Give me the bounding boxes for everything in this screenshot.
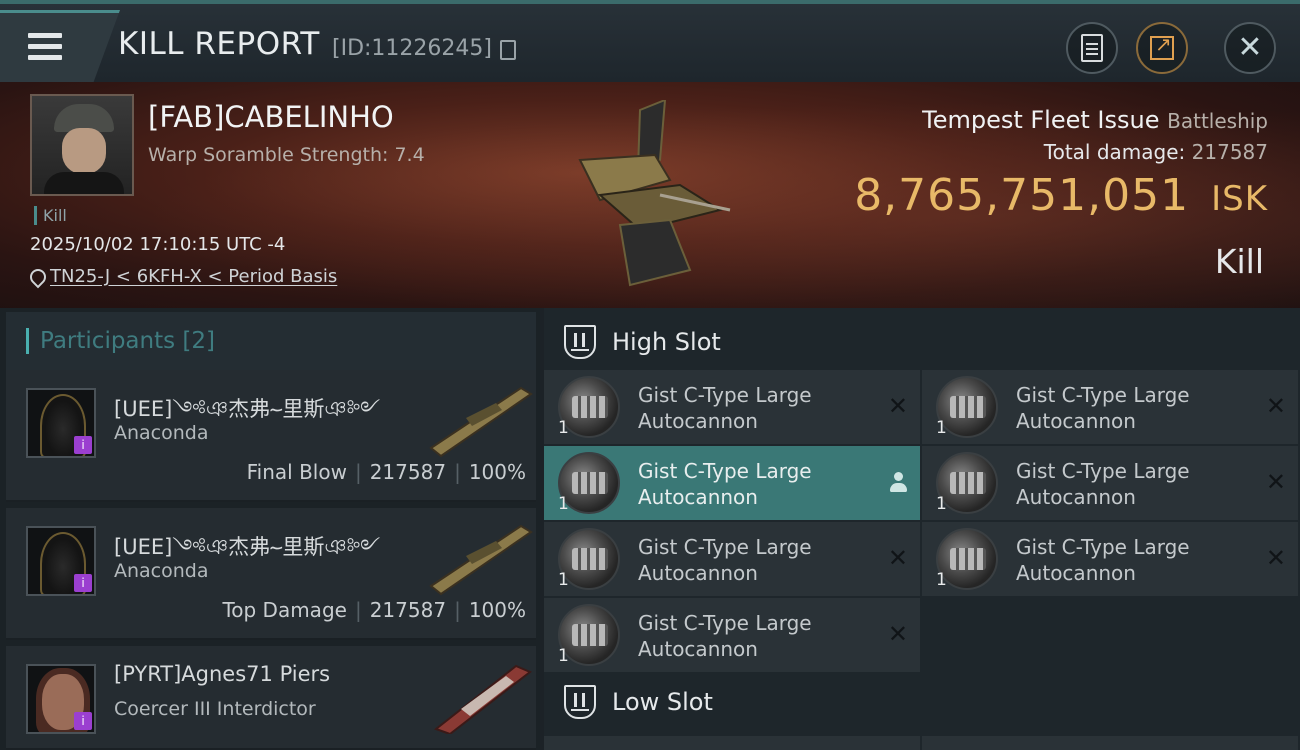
module-name: Gist C-Type Large Autocannon: [638, 611, 812, 661]
low-slot-label: Low Slot: [612, 688, 713, 716]
participant-card[interactable]: i [UEE]༺ঞ杰弗؅里斯ঞ༻ Anaconda Final Blow | 217…: [6, 370, 536, 502]
module-name: Gist C-Type Large Autocannon: [638, 383, 812, 433]
participant-portrait: i: [26, 388, 96, 458]
close-icon: ✕: [1265, 468, 1286, 496]
participant-card[interactable]: i [PYRT]Agnes71 Piers Coercer III Interd…: [6, 646, 536, 750]
isk-unit: ISK: [1211, 179, 1268, 219]
low-slot-module-partial[interactable]: [922, 736, 1298, 750]
warp-scramble-strength: Warp Soramble Strength: 7.4: [148, 144, 425, 166]
low-slot-header: Low Slot: [544, 672, 1300, 732]
rank-badge-icon: i: [74, 712, 92, 730]
high-slot-header: High Slot: [544, 312, 1300, 372]
module-slot[interactable]: 1 Gist C-Type Large Autocannon ✕: [544, 522, 920, 596]
close-icon: ✕: [887, 392, 908, 420]
participant-ship: Coercer III Interdictor: [114, 698, 316, 720]
low-slot-module-partial[interactable]: [544, 736, 920, 750]
isk-value: 8,765,751,051 ISK: [854, 170, 1268, 221]
close-icon: ✕: [887, 620, 908, 648]
rank-badge-icon: i: [74, 436, 92, 454]
hamburger-icon: [28, 33, 62, 61]
victim-ship-type: Tempest Fleet Issue Battleship: [922, 106, 1268, 134]
participants-header: Participants [2]: [6, 312, 536, 370]
victim-banner: [FAB]CABELINHO Warp Soramble Strength: 7…: [0, 82, 1300, 308]
module-quantity: 1: [558, 570, 569, 590]
close-icon: ✕: [1237, 30, 1263, 65]
participant-damage: 217587: [369, 598, 447, 622]
total-damage-label: Total damage:: [1043, 140, 1186, 164]
total-damage-value: 217587: [1191, 140, 1268, 164]
participant-role: Final Blow: [246, 460, 347, 484]
participants-panel: Participants [2] i [UEE]༺ঞ杰弗؅里斯ঞ༻ Anacon…: [0, 308, 540, 750]
ship-class: Battleship: [1167, 109, 1268, 133]
share-button[interactable]: [1136, 22, 1188, 74]
menu-button[interactable]: [0, 10, 120, 82]
location-text[interactable]: TN25-J < 6KFH-X < Period Basis: [50, 266, 337, 287]
module-quantity: 1: [558, 418, 569, 438]
share-icon: [1150, 32, 1174, 60]
participant-portrait: i: [26, 664, 96, 734]
module-slot-selected[interactable]: 1 Gist C-Type Large Autocannon: [544, 446, 920, 520]
high-slot-label: High Slot: [612, 328, 721, 356]
header-bar: KILL REPORT [ID:11226245] ✕: [0, 0, 1300, 82]
participant-ship-image: [433, 664, 532, 734]
module-name: Gist C-Type Large Autocannon: [1016, 459, 1190, 509]
module-slot[interactable]: 1 Gist C-Type Large Autocannon ✕: [544, 598, 920, 672]
page-title: KILL REPORT: [118, 26, 320, 62]
close-icon: ✕: [1265, 392, 1286, 420]
module-name: Gist C-Type Large Autocannon: [638, 459, 812, 509]
close-button[interactable]: ✕: [1224, 22, 1276, 74]
module-quantity: 1: [558, 494, 569, 514]
module-slot[interactable]: 1 Gist C-Type Large Autocannon ✕: [922, 446, 1298, 520]
location-pin-icon: [30, 269, 42, 285]
module-name: Gist C-Type Large Autocannon: [1016, 383, 1190, 433]
result-label: Kill: [1214, 242, 1264, 281]
module-slot[interactable]: 1 Gist C-Type Large Autocannon ✕: [544, 370, 920, 444]
module-name: Gist C-Type Large Autocannon: [1016, 535, 1190, 585]
kill-location-link[interactable]: TN25-J < 6KFH-X < Period Basis: [30, 266, 337, 287]
participant-role: Top Damage: [222, 598, 347, 622]
total-damage: Total damage: 217587: [1044, 140, 1268, 164]
participant-percent: 100%: [468, 598, 526, 622]
kill-tag: Kill: [34, 206, 67, 225]
victim-portrait[interactable]: [30, 94, 134, 196]
module-quantity: 1: [558, 646, 569, 666]
high-slot-icon: [564, 325, 596, 359]
participant-portrait: i: [26, 526, 96, 596]
person-icon: [890, 472, 907, 492]
close-icon: ✕: [1265, 544, 1286, 572]
copy-id-icon[interactable]: [500, 40, 516, 60]
kill-timestamp: 2025/10/02 17:10:15 UTC -4: [30, 234, 286, 255]
participant-ship-image: [429, 524, 533, 596]
participant-ship: Anaconda: [114, 422, 209, 444]
victim-ship-image[interactable]: [560, 100, 740, 290]
participant-stats: Final Blow | 217587 | 100%: [246, 460, 526, 484]
participant-damage: 217587: [369, 460, 447, 484]
module-name: Gist C-Type Large Autocannon: [638, 535, 812, 585]
module-slot[interactable]: 1 Gist C-Type Large Autocannon ✕: [922, 522, 1298, 596]
close-icon: ✕: [887, 544, 908, 572]
module-quantity: 1: [936, 494, 947, 514]
participant-name: [PYRT]Agnes71 Piers: [114, 662, 331, 686]
participant-ship: Anaconda: [114, 560, 209, 582]
victim-name[interactable]: [FAB]CABELINHO: [148, 100, 394, 134]
clipboard-icon: [1081, 34, 1103, 62]
rank-badge-icon: i: [74, 574, 92, 592]
participant-card[interactable]: i [UEE]༺ঞ杰弗؅里斯ঞ༻ Anaconda Top Damage | 217…: [6, 508, 536, 640]
participants-title: Participants [2]: [40, 328, 215, 354]
module-quantity: 1: [936, 418, 947, 438]
participant-percent: 100%: [468, 460, 526, 484]
isk-amount: 8,765,751,051: [854, 170, 1190, 221]
fitting-panel: High Slot 1 Gist C-Type Large Autocannon…: [544, 308, 1300, 750]
clipboard-button[interactable]: [1066, 22, 1118, 74]
module-slot[interactable]: 1 Gist C-Type Large Autocannon ✕: [922, 370, 1298, 444]
participant-ship-image: [429, 386, 533, 458]
report-id: [ID:11226245]: [332, 36, 492, 61]
low-slot-icon: [564, 685, 596, 719]
participant-stats: Top Damage | 217587 | 100%: [222, 598, 526, 622]
ship-name[interactable]: Tempest Fleet Issue: [922, 106, 1159, 134]
module-quantity: 1: [936, 570, 947, 590]
